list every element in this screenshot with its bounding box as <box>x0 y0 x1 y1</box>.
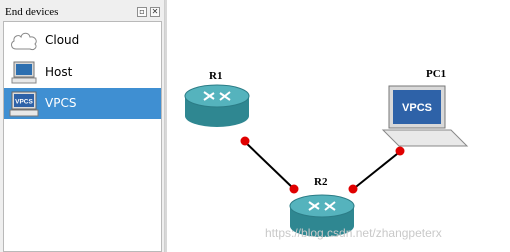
node-label-pc1: PC1 <box>426 68 447 80</box>
link-status-dot <box>289 184 299 194</box>
device-item-host[interactable]: Host <box>4 57 161 88</box>
device-list: Cloud Host VPCS VPCS <box>3 21 162 252</box>
vpcs-pc1[interactable]: VPCS <box>381 85 469 147</box>
close-panel-button[interactable]: ✕ <box>150 7 160 17</box>
device-item-label: Host <box>45 65 73 79</box>
link-status-dot <box>240 136 250 146</box>
topology-drawing: VPCS <box>184 84 469 237</box>
end-devices-panel: End devices ▫ ✕ Cloud Host VPCS VPCS <box>0 0 165 252</box>
vpcs-icon: VPCS <box>9 91 39 117</box>
float-panel-button[interactable]: ▫ <box>137 7 147 17</box>
host-icon <box>11 61 37 84</box>
topology-canvas[interactable]: VPCS R1 R2 PC1 <box>167 0 510 252</box>
link-status-dot <box>395 146 405 156</box>
device-item-vpcs[interactable]: VPCS VPCS <box>4 88 161 119</box>
node-label-r1: R1 <box>209 70 223 82</box>
device-item-cloud[interactable]: Cloud <box>4 25 161 56</box>
link-status-dot <box>348 184 358 194</box>
node-label-r2: R2 <box>314 176 328 188</box>
link-r1-r2[interactable] <box>242 139 296 191</box>
vpcs-icon-text: VPCS <box>15 99 33 106</box>
device-item-label: Cloud <box>45 33 80 47</box>
device-item-label: VPCS <box>45 96 77 110</box>
router-r1[interactable] <box>184 84 250 127</box>
pc1-screen-text: VPCS <box>402 102 432 114</box>
panel-title: End devices <box>5 6 59 18</box>
link-r2-pc1[interactable] <box>351 149 403 191</box>
watermark-text: https://blog.csdn.net/zhangpeterx <box>265 226 442 240</box>
cloud-icon <box>11 32 37 50</box>
